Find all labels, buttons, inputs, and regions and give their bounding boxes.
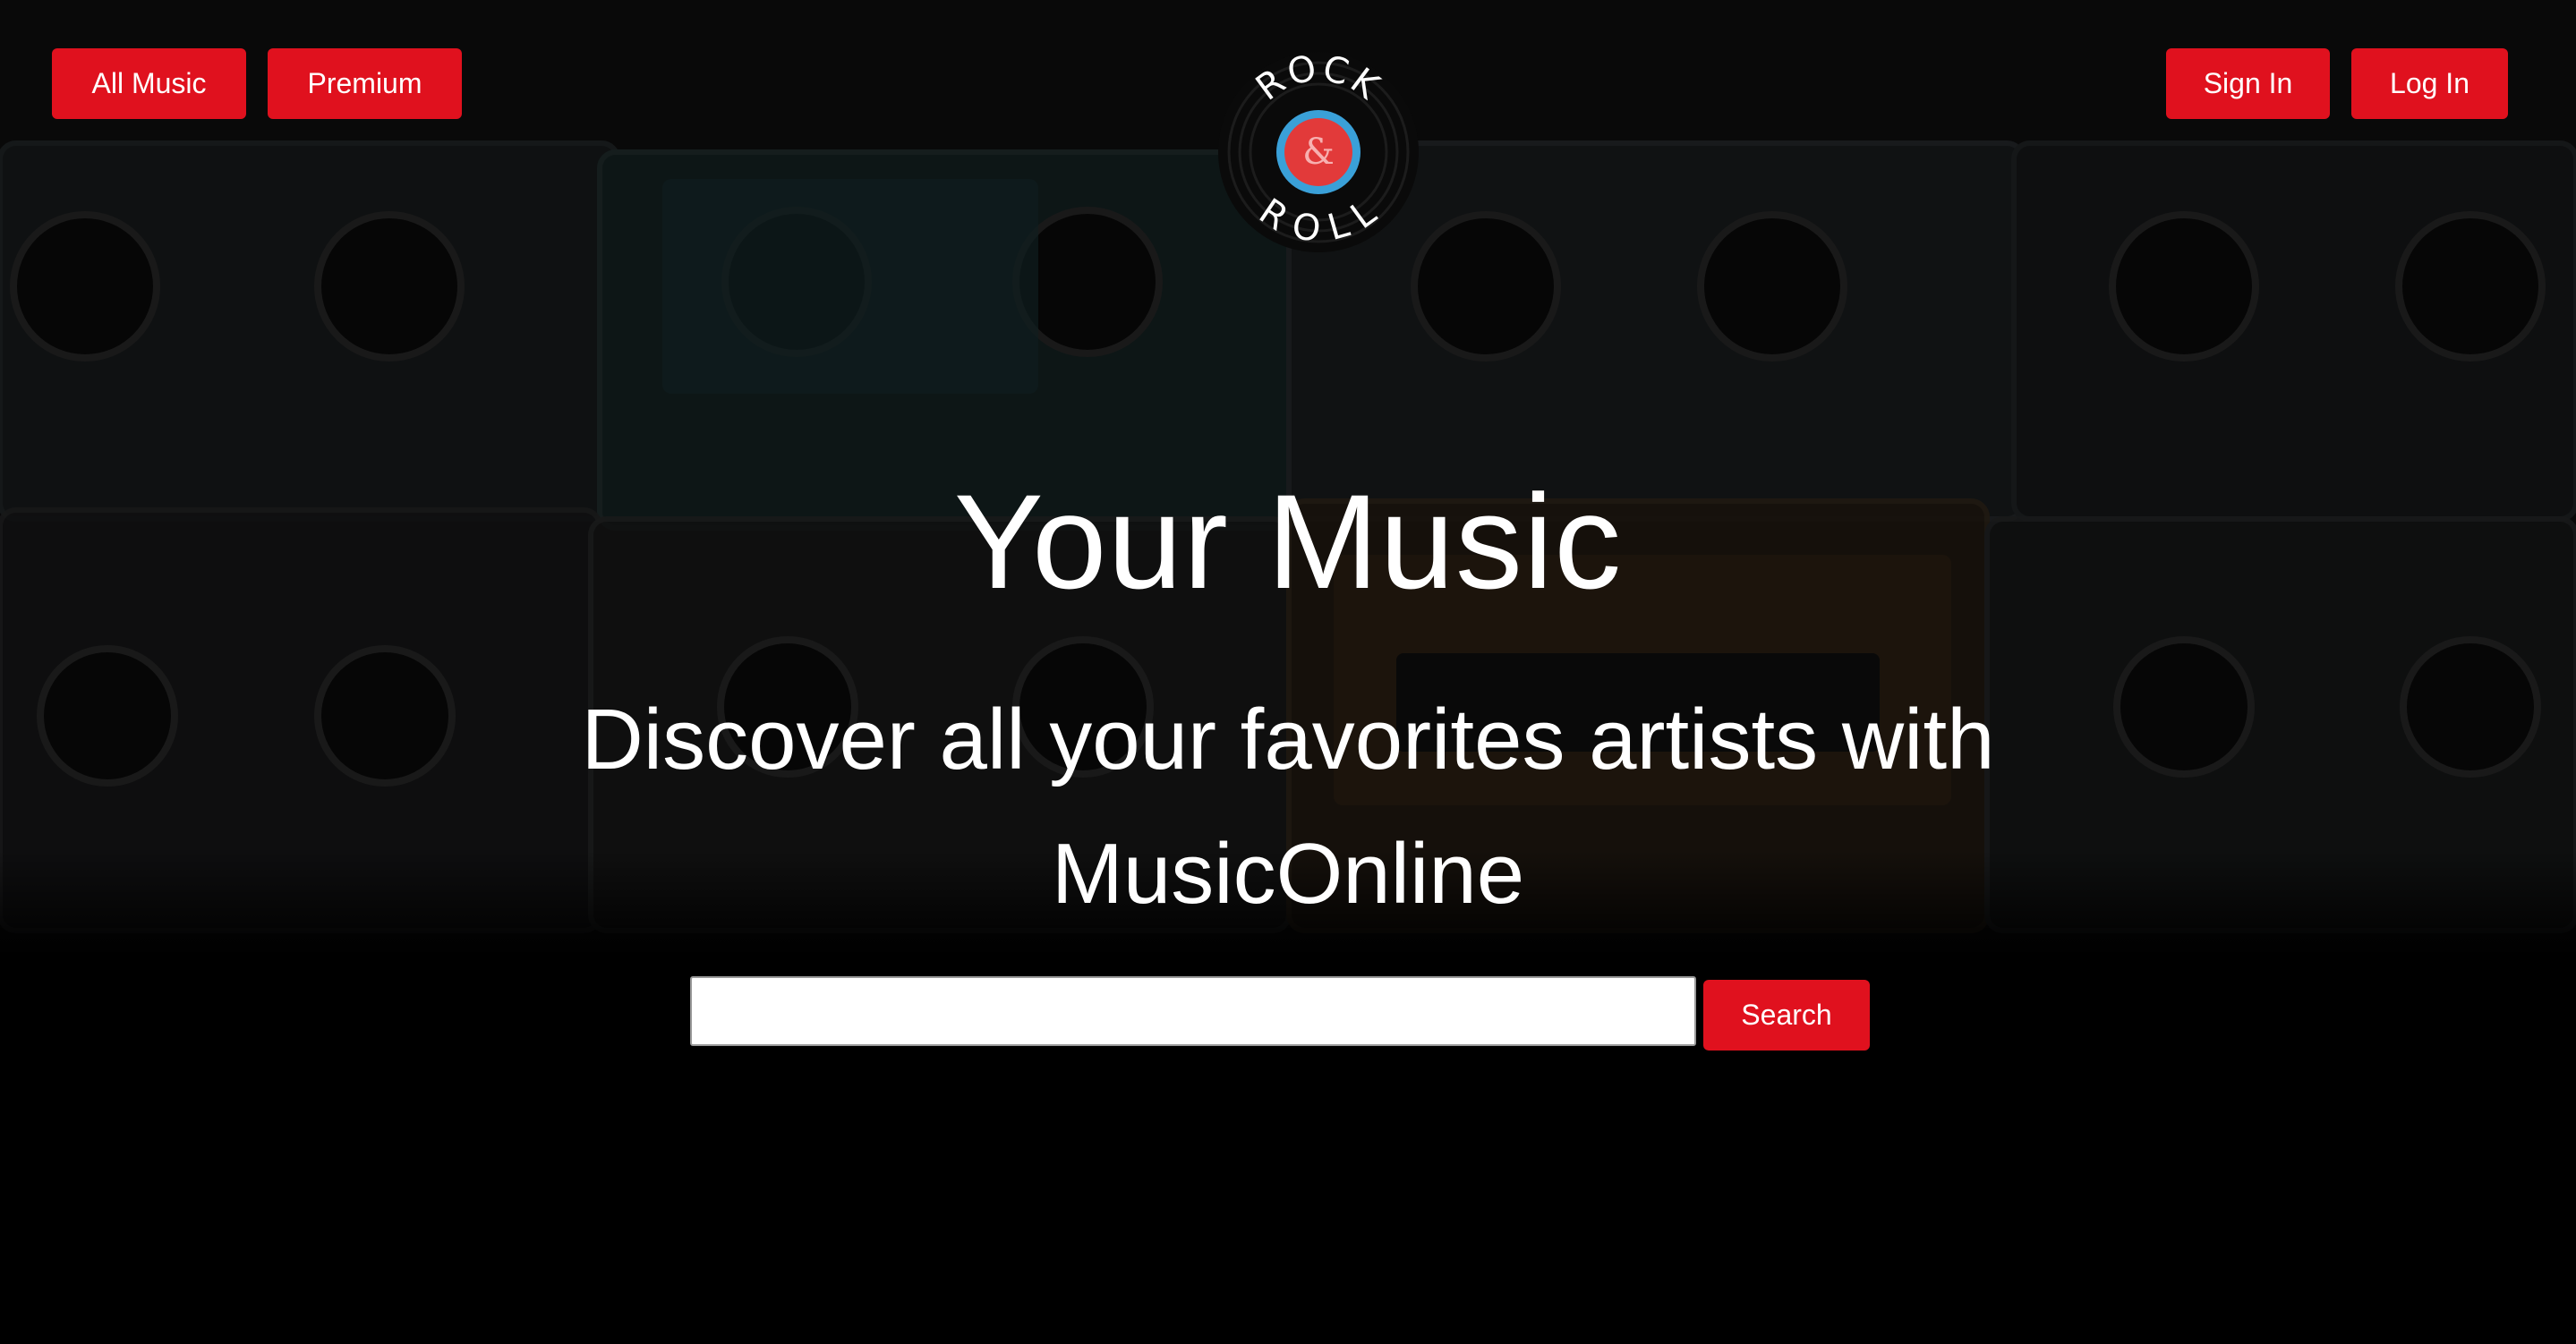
all-music-button[interactable]: All Music xyxy=(52,48,246,119)
log-in-button[interactable]: Log In xyxy=(2351,48,2508,119)
hero-subtitle: Discover all your favorites artists with… xyxy=(581,692,1995,922)
hero-title: Your Music xyxy=(953,466,1623,617)
search-input[interactable] xyxy=(690,976,1696,1046)
logo-ampersand: & xyxy=(1302,132,1335,173)
rock-and-roll-logo[interactable]: ROCK & ROLL xyxy=(1215,47,1421,255)
premium-button[interactable]: Premium xyxy=(268,48,462,119)
sign-in-button[interactable]: Sign In xyxy=(2166,48,2330,119)
page: All Music Premium Sign In Log In ROCK & … xyxy=(0,0,2576,1344)
search-button[interactable]: Search xyxy=(1703,980,1870,1051)
